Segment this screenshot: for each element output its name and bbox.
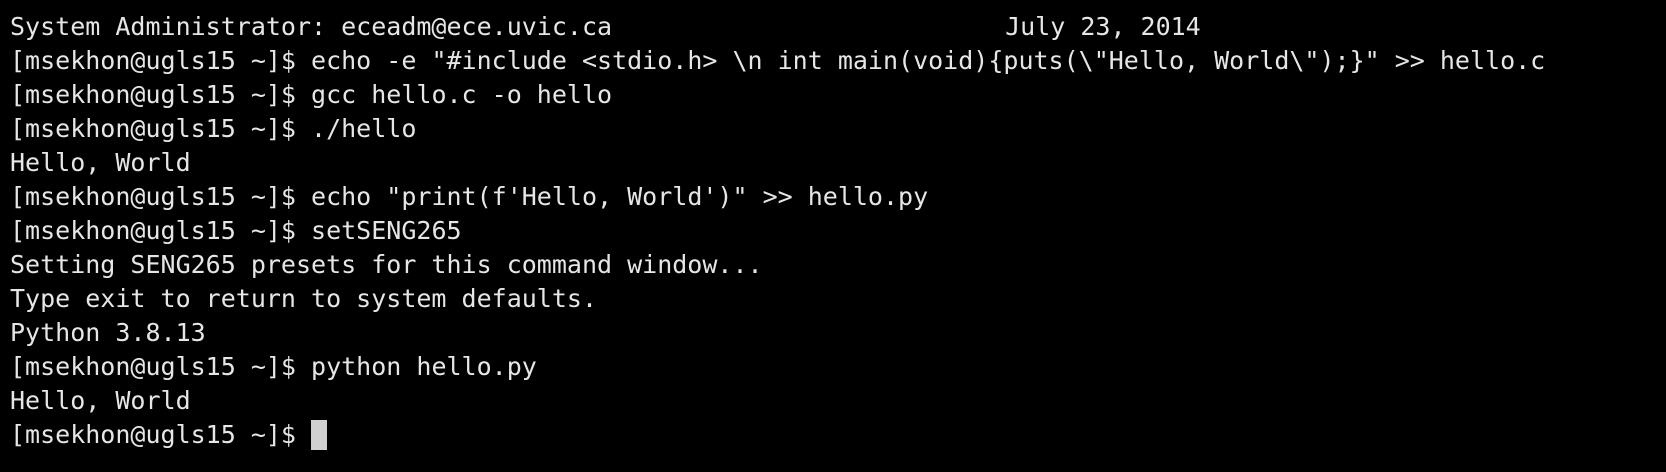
command-text: ./hello [311,114,417,143]
command-text: python hello.py [311,352,537,381]
prompt: [msekhon@ugls15 ~]$ [10,182,312,211]
command-text: gcc hello.c -o hello [311,80,613,109]
terminal-window[interactable]: System Administrator: eceadm@ece.uvic.ca… [0,0,1666,472]
output-text: Hello, World [10,148,191,177]
command-text: echo "print(f'Hello, World')" >> hello.p… [311,182,929,211]
prompt: [msekhon@ugls15 ~]$ [10,420,312,449]
active-input-line[interactable]: [msekhon@ugls15 ~]$ [10,418,1666,452]
terminal-line: [msekhon@ugls15 ~]$ echo "print(f'Hello,… [10,180,1666,214]
output-text: Type exit to return to system defaults. [10,284,597,313]
output-line: Setting SENG265 presets for this command… [10,248,1666,282]
command-text: echo -e "#include <stdio.h> \n int main(… [311,46,1546,75]
date-text: July 23, 2014 [1005,12,1201,41]
terminal-line: [msekhon@ugls15 ~]$ gcc hello.c -o hello [10,78,1666,112]
output-line: Hello, World [10,384,1666,418]
prompt: [msekhon@ugls15 ~]$ [10,216,312,245]
prompt: [msekhon@ugls15 ~]$ [10,46,312,75]
admin-text: System Administrator: eceadm@ece.uvic.ca [10,12,613,41]
terminal-line: [msekhon@ugls15 ~]$ setSENG265 [10,214,1666,248]
terminal-line: [msekhon@ugls15 ~]$ echo -e "#include <s… [10,44,1666,78]
output-line: Hello, World [10,146,1666,180]
output-line: Type exit to return to system defaults. [10,282,1666,316]
text-cursor [311,420,328,450]
prompt: [msekhon@ugls15 ~]$ [10,352,312,381]
prompt: [msekhon@ugls15 ~]$ [10,114,312,143]
output-text: Hello, World [10,386,191,415]
output-text: Setting SENG265 presets for this command… [10,250,763,279]
terminal-line: [msekhon@ugls15 ~]$ python hello.py [10,350,1666,384]
terminal-line: [msekhon@ugls15 ~]$ ./hello [10,112,1666,146]
command-text: setSENG265 [311,216,462,245]
prompt: [msekhon@ugls15 ~]$ [10,80,312,109]
output-line: Python 3.8.13 [10,316,1666,350]
output-text: Python 3.8.13 [10,318,206,347]
header-line: System Administrator: eceadm@ece.uvic.ca… [10,10,1666,44]
